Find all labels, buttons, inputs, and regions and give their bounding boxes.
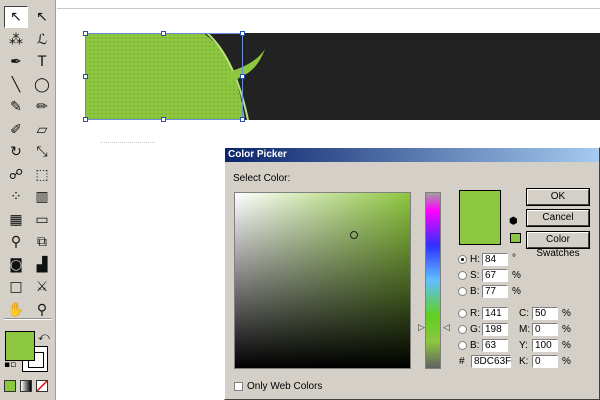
blend-tool-icon[interactable]: ⧉: [30, 231, 54, 253]
percent-unit: %: [562, 308, 571, 319]
eraser-tool-icon[interactable]: ▱: [30, 119, 54, 141]
gradient-tool-icon[interactable]: ▭: [30, 209, 54, 231]
hue-label: H:: [470, 254, 480, 265]
scale-tool-icon[interactable]: ⤡: [30, 141, 54, 163]
new-color-preview: [459, 190, 501, 245]
selection-tool-icon[interactable]: ↖: [4, 6, 28, 28]
fill-color-swatch[interactable]: [5, 331, 35, 361]
red-field[interactable]: 141: [482, 307, 508, 320]
blue-field[interactable]: 63: [482, 339, 508, 352]
green-label: G:: [470, 324, 481, 335]
brightness-radio[interactable]: [458, 287, 467, 296]
color-picker-dialog: Color Picker Select Color: ▷ ◁ ⬢ OK Canc…: [224, 147, 600, 400]
line-tool-icon[interactable]: ╲: [4, 74, 28, 96]
brightness-label: B:: [470, 286, 480, 297]
magic-wand-tool-icon[interactable]: ⁂: [4, 29, 28, 51]
hue-slider-right-arrow-icon[interactable]: ◁: [443, 324, 450, 333]
percent-unit: %: [562, 324, 571, 335]
zoom-tool-icon[interactable]: ⚲: [30, 299, 54, 321]
saturation-field[interactable]: 67: [482, 269, 508, 282]
percent-unit: %: [512, 270, 521, 281]
default-colors-icon[interactable]: ▪▫: [4, 360, 16, 370]
rotate-tool-icon[interactable]: ↻: [4, 141, 28, 163]
blob-brush-tool-icon[interactable]: ✐: [4, 119, 28, 141]
hand-tool-icon[interactable]: ✋: [4, 299, 28, 321]
percent-unit: %: [512, 286, 521, 297]
selection-handle[interactable]: [83, 117, 88, 122]
percent-unit: %: [562, 356, 571, 367]
black-field[interactable]: 0: [532, 355, 558, 368]
hue-slider-left-arrow-icon[interactable]: ▷: [418, 324, 425, 333]
selection-handle[interactable]: [83, 31, 88, 36]
only-web-colors-checkbox[interactable]: [234, 382, 243, 391]
none-mode-button[interactable]: [36, 380, 48, 392]
selection-handle[interactable]: [83, 74, 88, 79]
chart-tool-icon[interactable]: ▟: [30, 254, 54, 276]
slice-tool-icon[interactable]: ⚔: [30, 276, 54, 298]
artboard-edge: [57, 0, 600, 9]
select-color-label: Select Color:: [233, 173, 291, 184]
guide-line: [100, 142, 155, 143]
artboard-tool-icon[interactable]: □: [4, 276, 28, 298]
dialog-title: Color Picker: [225, 148, 599, 162]
gradient-mode-button[interactable]: [20, 380, 32, 392]
live-paint-bucket-tool-icon[interactable]: ◙: [4, 254, 28, 276]
ellipse-tool-icon[interactable]: ◯: [30, 74, 54, 96]
type-tool-icon[interactable]: T: [30, 51, 54, 73]
mesh-tool-icon[interactable]: ▦: [4, 209, 28, 231]
selection-bounding-box[interactable]: [85, 33, 243, 120]
magenta-field[interactable]: 0: [532, 323, 558, 336]
color-swatches-button[interactable]: Color Swatches: [526, 231, 590, 259]
none-slash-icon: [36, 380, 48, 392]
symbol-sprayer-tool-icon[interactable]: ⁘: [4, 186, 28, 208]
pen-tool-icon[interactable]: ✒: [4, 51, 28, 73]
only-web-colors-label: Only Web Colors: [247, 381, 323, 392]
swap-fill-stroke-icon[interactable]: ⤺: [38, 330, 50, 344]
saturation-radio[interactable]: [458, 271, 467, 280]
red-label: R:: [470, 308, 480, 319]
cyan-field[interactable]: 50: [532, 307, 558, 320]
hex-field[interactable]: 8DC63F: [471, 355, 511, 368]
brightness-field[interactable]: 77: [482, 285, 508, 298]
percent-unit: %: [562, 340, 571, 351]
hue-slider[interactable]: [425, 192, 441, 369]
green-radio[interactable]: [458, 325, 467, 334]
blue-radio[interactable]: [458, 341, 467, 350]
selection-handle[interactable]: [240, 117, 245, 122]
hue-field[interactable]: 84: [482, 253, 508, 266]
column-graph-tool-icon[interactable]: ▥: [30, 186, 54, 208]
cancel-button[interactable]: Cancel: [526, 209, 590, 227]
paintbrush-tool-icon[interactable]: ✎: [4, 96, 28, 118]
selection-handle[interactable]: [161, 117, 166, 122]
cyan-label: C:: [519, 308, 529, 319]
yellow-label: Y:: [519, 340, 528, 351]
saturation-brightness-field[interactable]: [234, 192, 411, 369]
selection-handle[interactable]: [161, 31, 166, 36]
direct-selection-tool-icon[interactable]: ↖: [30, 6, 54, 28]
blue-label: B:: [470, 340, 480, 351]
eyedropper-tool-icon[interactable]: ⚲: [4, 231, 28, 253]
degree-unit: °: [512, 253, 516, 264]
saturation-label: S:: [470, 270, 480, 281]
yellow-field[interactable]: 100: [532, 339, 558, 352]
selection-handle[interactable]: [240, 74, 245, 79]
color-mode-button[interactable]: [4, 380, 16, 392]
lasso-tool-icon[interactable]: ℒ: [30, 29, 54, 51]
web-safe-cube-icon[interactable]: ⬢: [509, 216, 518, 227]
selection-handle[interactable]: [240, 31, 245, 36]
green-field[interactable]: 198: [482, 323, 508, 336]
hex-label: #: [459, 356, 465, 367]
magenta-label: M:: [519, 324, 531, 335]
web-safe-color-chip[interactable]: [510, 233, 521, 243]
pencil-tool-icon[interactable]: ✏: [30, 96, 54, 118]
free-transform-tool-icon[interactable]: ⬚: [30, 164, 54, 186]
black-label: K:: [519, 356, 529, 367]
warp-tool-icon[interactable]: ☍: [4, 164, 28, 186]
hue-radio[interactable]: [458, 255, 467, 264]
ok-button[interactable]: OK: [526, 188, 590, 206]
red-radio[interactable]: [458, 309, 467, 318]
color-marker-icon[interactable]: [350, 231, 358, 239]
